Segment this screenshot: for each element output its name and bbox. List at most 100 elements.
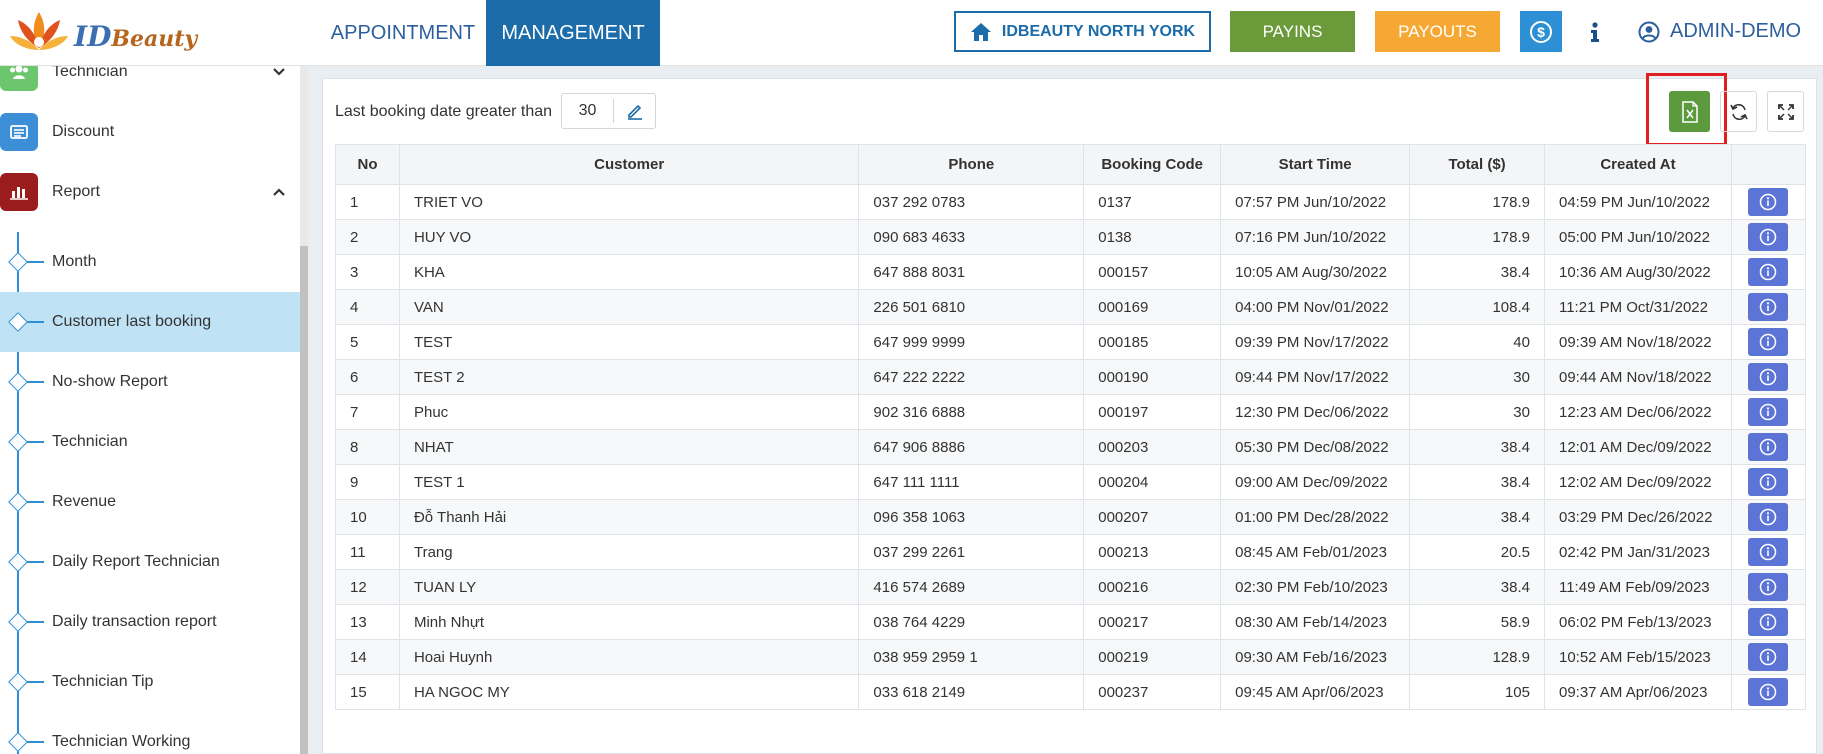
cell-customer: VAN [398,289,860,325]
col-header-booking-code[interactable]: Booking Code [1083,144,1222,185]
fullscreen-button[interactable] [1767,91,1804,132]
cell-no: 3 [335,254,400,290]
logo-text: IDBeauty [74,20,198,53]
cell-booking-code: 0138 [1083,219,1222,255]
cell-booking-code: 000207 [1083,499,1222,535]
table-row[interactable]: 9 TEST 1 647 111 1111 000204 09:00 AM Dec/09… [335,464,1807,500]
row-info-button[interactable] [1748,573,1789,601]
cell-created-at: 06:02 PM Feb/13/2023 [1543,604,1732,640]
sidebar-item-daily-report-technician[interactable]: Daily Report Technician [0,532,300,592]
payins-button[interactable]: PAYINS [1230,11,1355,52]
info-button[interactable] [1580,11,1610,52]
table-row[interactable]: 2 HUY VO 090 683 4633 0138 07:16 PM Jun/10/2… [335,219,1807,255]
row-info-button[interactable] [1748,258,1789,286]
sidebar-item-label: Daily Report Technician [52,553,220,570]
table-row[interactable]: 14 Hoai Huynh 038 959 2959 1 000219 09:30 AM… [335,639,1807,675]
row-info-button[interactable] [1748,678,1789,706]
sidebar-item-technician-report[interactable]: Technician [0,412,300,472]
col-header-created-at[interactable]: Created At [1543,144,1732,185]
sidebar-item-technician-tip[interactable]: Technician Tip [0,652,300,712]
info-circle-icon [1760,228,1777,246]
sidebar-scrollbar[interactable] [300,66,308,754]
scrollbar-thumb[interactable] [300,246,308,754]
cell-total: 30 [1409,394,1545,430]
info-circle-icon [1760,683,1777,701]
sidebar-item-label: Technician [52,66,128,80]
cell-customer: Trang [398,534,860,570]
row-info-button[interactable] [1748,328,1789,356]
table-row[interactable]: 7 Phuc 902 316 6888 000197 12:30 PM Dec/06/2… [335,394,1807,430]
row-info-button[interactable] [1748,398,1789,426]
sidebar-item-technician[interactable]: Technician [0,66,300,102]
days-value[interactable]: 30 [562,99,614,123]
table-row[interactable]: 10 Đỗ Thanh Hải 096 358 1063 000207 01:00 PM… [335,499,1807,535]
table-row[interactable]: 1 TRIET VO 037 292 0783 0137 07:57 PM Jun/10… [335,184,1807,220]
sidebar-item-label: Discount [52,123,115,140]
info-circle-icon [1760,543,1777,561]
sidebar-item-no-show-report[interactable]: No-show Report [0,352,300,412]
table-row[interactable]: 3 KHA 647 888 8031 000157 10:05 AM Aug/30/20… [335,254,1807,290]
row-info-button[interactable] [1748,538,1789,566]
idbeauty-logo[interactable]: IDBeauty [8,6,197,60]
cell-start-time: 09:30 AM Feb/16/2023 [1220,639,1411,675]
store-selector-button[interactable]: IDBEAUTY NORTH YORK [954,11,1211,52]
payouts-button[interactable]: PAYOUTS [1375,11,1500,52]
cell-customer: HUY VO [398,219,860,255]
row-info-button[interactable] [1748,293,1789,321]
chevron-up-icon[interactable] [272,187,286,197]
store-label: IDBEAUTY NORTH YORK [1001,22,1196,40]
tab-management[interactable]: MANAGEMENT [486,0,660,66]
col-header-customer[interactable]: Customer [398,144,860,185]
row-info-button[interactable] [1748,643,1789,671]
cell-phone: 647 111 1111 [858,464,1085,500]
row-info-button[interactable] [1748,468,1789,496]
sidebar-item-daily-transaction-report[interactable]: Daily transaction report [0,592,300,652]
row-info-button[interactable] [1748,223,1789,251]
sidebar-item-month[interactable]: Month [0,232,300,292]
row-info-button[interactable] [1748,503,1789,531]
chevron-down-icon[interactable] [272,67,286,77]
row-info-button[interactable] [1748,363,1789,391]
cell-start-time: 09:45 AM Apr/06/2023 [1220,674,1411,710]
export-excel-button[interactable] [1669,91,1710,132]
sidebar-item-technician-working[interactable]: Technician Working [0,712,300,754]
cell-created-at: 09:44 AM Nov/18/2022 [1543,359,1732,395]
table-row[interactable]: 15 HA NGOC MY 033 618 2149 000237 09:45 AM A… [335,674,1807,710]
info-circle-icon [1760,403,1777,421]
sidebar-item-label: Customer last booking [52,313,212,330]
cell-total: 38.4 [1409,429,1545,465]
table-row[interactable]: 4 VAN 226 501 6810 000169 04:00 PM Nov/01/20… [335,289,1807,325]
table-row[interactable]: 12 TUAN LY 416 574 2689 000216 02:30 PM Feb/… [335,569,1807,605]
table-row[interactable]: 13 Minh Nhựt 038 764 4229 000217 08:30 AM Fe… [335,604,1807,640]
table-row[interactable]: 11 Trang 037 299 2261 000213 08:45 AM Feb/01… [335,534,1807,570]
edit-button[interactable] [614,102,655,120]
col-header-start-time[interactable]: Start Time [1220,144,1411,185]
cell-total: 30 [1409,359,1545,395]
cell-customer: NHAT [398,429,860,465]
sidebar-item-revenue[interactable]: Revenue [0,472,300,532]
cell-customer: Đỗ Thanh Hải [398,499,860,535]
info-circle-icon [1760,578,1777,596]
cell-created-at: 12:23 AM Dec/06/2022 [1543,394,1732,430]
sidebar-item-report[interactable]: Report [0,162,300,222]
tab-appointment[interactable]: APPOINTMENT [320,0,486,66]
refresh-button[interactable] [1720,91,1757,132]
dollar-button[interactable]: $ [1520,11,1562,52]
table-row[interactable]: 5 TEST 647 999 9999 000185 09:39 PM Nov/17/2… [335,324,1807,360]
row-info-button[interactable] [1748,608,1789,636]
table-row[interactable]: 6 TEST 2 647 222 2222 000190 09:44 PM Nov/17… [335,359,1807,395]
sidebar-item-discount[interactable]: Discount [0,102,300,162]
sidebar-item-customer-last-booking[interactable]: Customer last booking [0,292,300,352]
table-row[interactable]: 8 NHAT 647 906 8886 000203 05:30 PM Dec/08/2… [335,429,1807,465]
row-info-button[interactable] [1748,433,1789,461]
days-filter-input[interactable]: 30 [561,93,656,129]
col-header-no[interactable]: No [335,144,400,185]
sidebar-item-label: Revenue [52,493,117,510]
info-circle-icon [1760,298,1777,316]
row-info-button[interactable] [1748,188,1789,216]
user-menu[interactable]: ADMIN-DEMO [1638,11,1801,52]
cell-actions [1730,359,1807,395]
col-header-total[interactable]: Total ($) [1409,144,1545,185]
col-header-phone[interactable]: Phone [858,144,1085,185]
cell-actions [1730,289,1807,325]
